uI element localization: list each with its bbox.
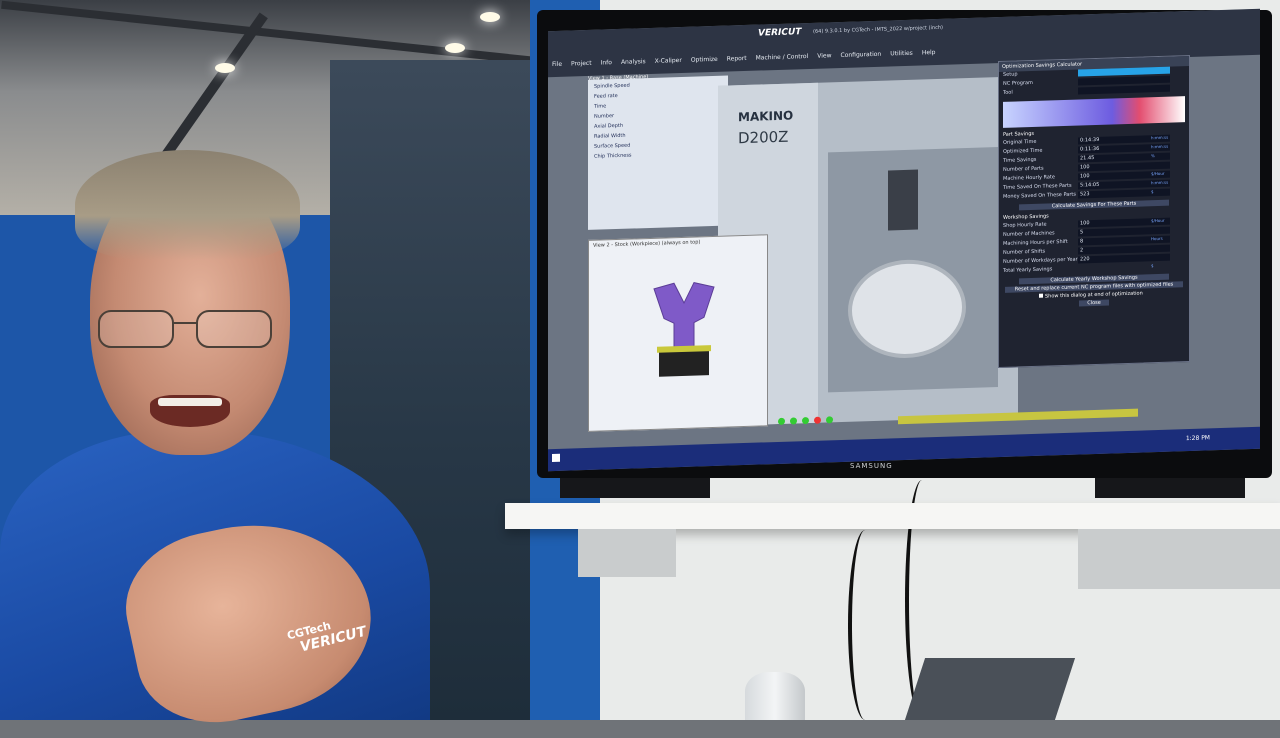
shelf-bracket <box>578 529 676 577</box>
checkbox-icon[interactable] <box>1039 293 1043 298</box>
row-unit: $/Hour <box>1151 217 1165 224</box>
tv-brand: SAMSUNG <box>850 462 893 470</box>
status-row: Spindle Speed <box>594 82 630 90</box>
windows-start-icon[interactable] <box>552 453 560 463</box>
row-label: Time Savings <box>1003 156 1037 164</box>
menu-machine-control[interactable]: Machine / Control <box>756 53 809 62</box>
menu-file[interactable]: File <box>552 61 562 68</box>
row-label: Number of Parts <box>1003 165 1044 173</box>
tv-stand <box>560 478 710 498</box>
row-unit: h:mm:ss <box>1151 143 1169 150</box>
savings-dialog: Optimization Savings Calculator Setup NC… <box>998 55 1190 369</box>
row-value: 523 <box>1078 188 1170 199</box>
water-bottle <box>745 672 805 720</box>
window-caption: (64) 9.3.0.1 by CGTech - IMTS_2022 w/pro… <box>813 24 943 35</box>
shelf <box>505 503 1280 529</box>
ceiling-light <box>215 63 235 73</box>
row-label: Machining Hours per Shift <box>1003 238 1068 247</box>
row-unit: $ <box>1151 263 1154 269</box>
workpiece-icon <box>653 282 715 377</box>
machine-brand: MAKINO <box>738 108 794 125</box>
row-unit: h:mm:ss <box>1151 134 1169 141</box>
play-icon[interactable] <box>802 416 809 425</box>
row-unit: $/Hour <box>1151 170 1165 177</box>
glasses-icon <box>98 310 272 348</box>
status-row: Surface Speed <box>594 142 631 150</box>
row-label: Total Yearly Savings <box>1003 266 1053 274</box>
status-row: Time <box>594 103 607 110</box>
ceiling-light <box>445 43 465 53</box>
row-unit: $ <box>1151 189 1154 195</box>
tv-screen: VERICUT (64) 9.3.0.1 by CGTech - IMTS_20… <box>548 8 1260 472</box>
row-label: Number of Shifts <box>1003 248 1046 256</box>
playback-controls <box>778 416 833 425</box>
stock-view: View 2 - Stock (Workpiece) (always on to… <box>588 234 768 432</box>
ceiling-light <box>480 12 500 22</box>
play-icon[interactable] <box>778 417 785 425</box>
row-label: Time Saved On These Parts <box>1003 182 1072 191</box>
menu-row: File Project Info Analysis X-Caliper Opt… <box>552 49 936 68</box>
row-label: Number of Machines <box>1003 230 1055 238</box>
field-label: Setup <box>1003 71 1018 78</box>
menu-xcaliper[interactable]: X-Caliper <box>655 57 682 65</box>
teeth <box>158 398 222 406</box>
menu-optimize[interactable]: Optimize <box>691 56 718 64</box>
row-label: Original Time <box>1003 138 1037 146</box>
app-title: VERICUT <box>758 27 802 39</box>
taskbar-clock: 1:28 PM <box>1185 434 1210 443</box>
menu-analysis[interactable]: Analysis <box>621 58 646 66</box>
machine-model: D200Z <box>738 127 789 148</box>
row-unit: Hours <box>1151 235 1163 242</box>
menu-report[interactable]: Report <box>727 55 747 63</box>
checkbox-label: Show this dialog at end of optimization <box>1045 290 1143 300</box>
stop-icon[interactable] <box>814 416 821 424</box>
status-row: Number <box>594 113 615 120</box>
spindle <box>888 169 918 231</box>
field-label: Tool <box>1003 89 1013 96</box>
menu-help[interactable]: Help <box>922 49 936 56</box>
status-panel: Spindle Speed Feed rate Time Number Axia… <box>588 75 728 230</box>
view2-title: View 2 - Stock (Workpiece) (always on to… <box>593 239 701 249</box>
play-icon[interactable] <box>790 417 797 425</box>
menu-view[interactable]: View <box>817 52 831 59</box>
row-label: Machine Hourly Rate <box>1003 174 1055 182</box>
field-label: NC Program <box>1003 79 1033 87</box>
menu-utilities[interactable]: Utilities <box>890 50 913 58</box>
row-label: Number of Workdays per Year <box>1003 256 1078 265</box>
status-row: Feed rate <box>594 92 618 100</box>
laptop <box>904 658 1076 720</box>
row-label: Shop Hourly Rate <box>1003 221 1047 229</box>
menu-configuration[interactable]: Configuration <box>841 51 882 59</box>
row-unit: % <box>1151 153 1155 159</box>
status-row: Axial Depth <box>594 122 624 130</box>
menu-info[interactable]: Info <box>601 59 612 66</box>
menu-project[interactable]: Project <box>571 60 592 68</box>
row-label: Money Saved On These Parts <box>1003 191 1076 200</box>
status-row: Radial Width <box>594 132 626 140</box>
field-value <box>1078 84 1170 95</box>
tool-graph <box>1003 96 1185 128</box>
tv-stand <box>1095 478 1245 498</box>
play-icon[interactable] <box>826 416 833 424</box>
presenter-hair <box>75 150 300 260</box>
cable <box>848 530 882 720</box>
row-unit: h:mm:ss <box>1151 179 1169 186</box>
close-button[interactable]: Close <box>1079 299 1109 307</box>
row-label: Optimized Time <box>1003 147 1043 155</box>
status-row: Chip Thickness <box>594 152 632 160</box>
shelf-bracket <box>1078 529 1280 589</box>
